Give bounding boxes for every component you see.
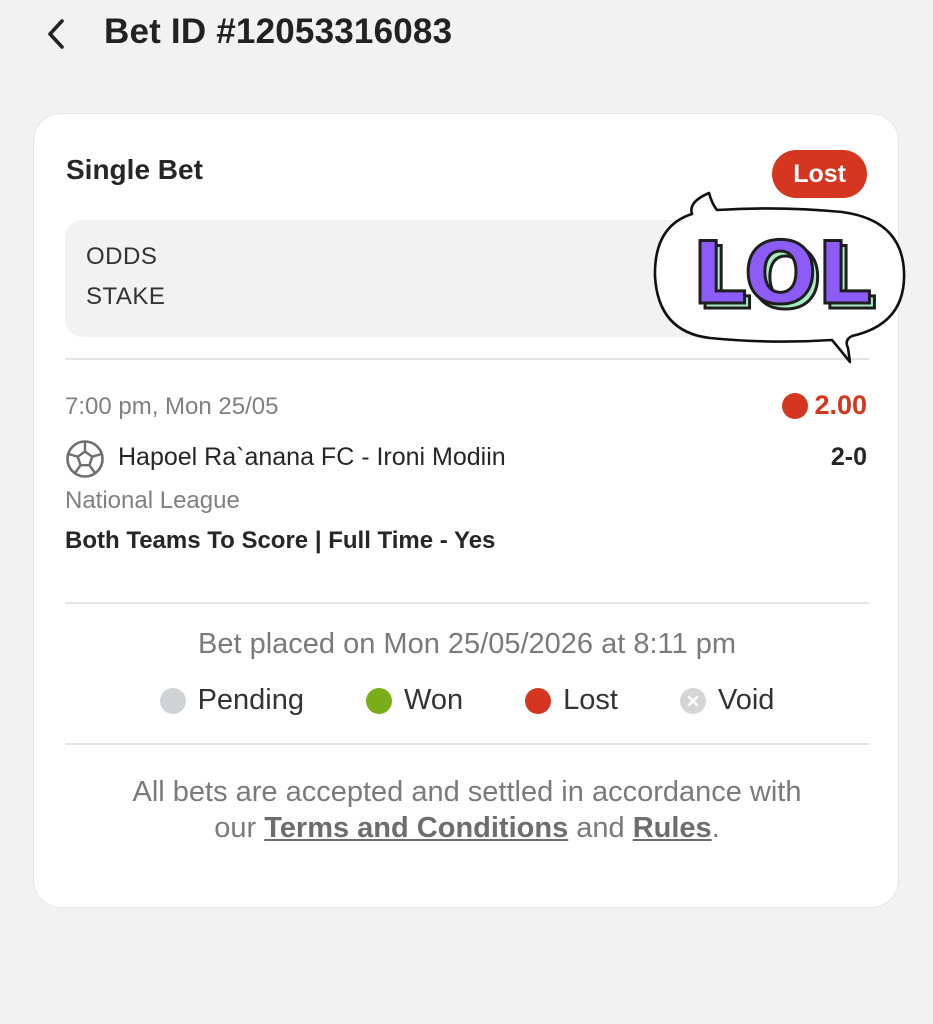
- pending-dot: [159, 687, 186, 714]
- bet-type-title: Single Bet: [66, 154, 203, 185]
- page-title: Bet ID #12053316083: [104, 12, 453, 51]
- match-score: 2-0: [830, 443, 867, 471]
- terms-and-conditions-link[interactable]: Terms and Conditions: [264, 812, 568, 844]
- legend-won: Won: [366, 684, 463, 717]
- terms-notice-line1: All bets are accepted and settled in acc…: [132, 776, 802, 808]
- soccer-ball-icon: [66, 440, 104, 478]
- event-time: 7:00 pm, Mon 25/05: [65, 393, 279, 420]
- stake-label: STAKE: [86, 283, 166, 310]
- match-name: Hapoel Ra`anana FC - Ironi Modiin: [118, 443, 506, 471]
- legend-label: Void: [717, 684, 775, 716]
- lost-dot: [525, 687, 552, 714]
- x-circle-icon: [679, 687, 706, 714]
- chevron-left-icon: [48, 19, 64, 49]
- terms-notice-our: our: [214, 812, 265, 844]
- market-selection: Both Teams To Score | Full Time - Yes: [65, 527, 496, 554]
- header: Bet ID #12053316083: [0, 0, 933, 70]
- odds-label: ODDS: [86, 243, 158, 270]
- terms-notice-period: .: [711, 812, 720, 844]
- league-name: National League: [65, 487, 240, 514]
- terms-notice: All bets are accepted and settled in acc…: [34, 774, 900, 846]
- divider: [65, 743, 869, 745]
- legend-label: Pending: [197, 684, 305, 716]
- bet-placed-timestamp: Bet placed on Mon 25/05/2026 at 8:11 pm: [198, 628, 736, 660]
- won-dot: [366, 687, 393, 714]
- lost-status-dot: [782, 392, 809, 419]
- divider: [65, 602, 869, 604]
- lol-sticker: LOL LOL: [653, 191, 906, 364]
- legend-void: Void: [679, 684, 775, 717]
- terms-notice-and: and: [568, 812, 633, 844]
- legend-label: Lost: [563, 684, 618, 716]
- legend-pending: Pending: [159, 684, 305, 717]
- rules-link[interactable]: Rules: [633, 812, 712, 844]
- legend-label: Won: [404, 684, 464, 716]
- selection-odds: 2.00: [782, 390, 867, 421]
- odds-value: 2.00: [814, 390, 867, 420]
- legend-lost: Lost: [525, 684, 618, 717]
- back-button[interactable]: [36, 14, 76, 54]
- status-legend: Pending Won Lost Void: [34, 684, 900, 717]
- sticker-text: LOL: [692, 224, 872, 324]
